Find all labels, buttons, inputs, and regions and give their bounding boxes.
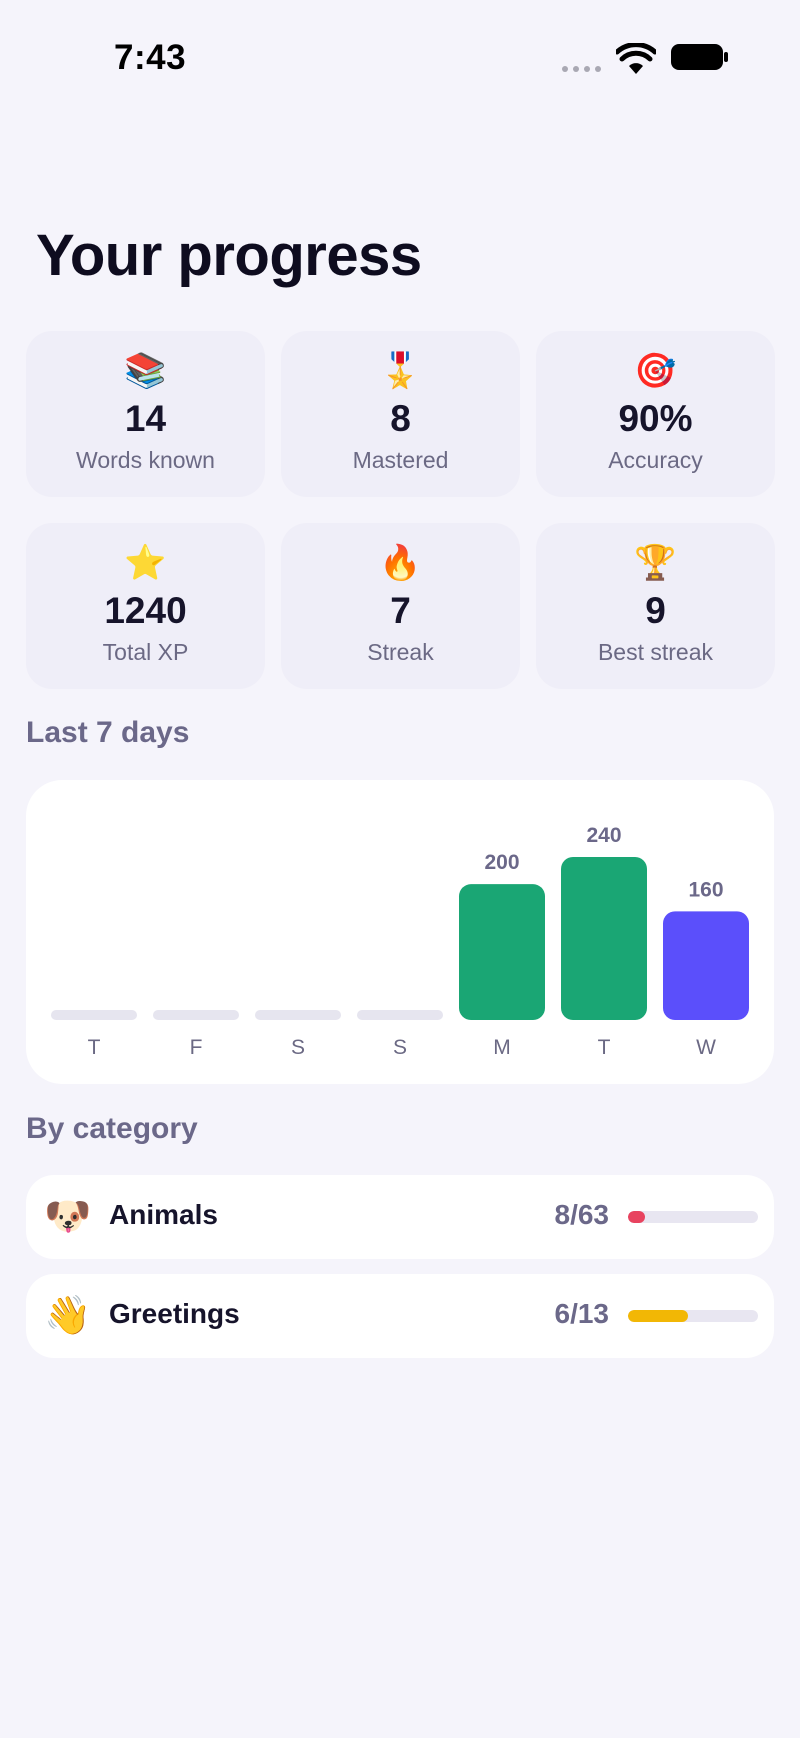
category-count: 8/63 bbox=[554, 1199, 610, 1230]
category-progress-bar bbox=[628, 1310, 758, 1322]
chart-day-label-6: W bbox=[696, 1036, 716, 1059]
category-row-animals[interactable]: 🐶 Animals 8/63 bbox=[26, 1175, 774, 1259]
page-title: Your progress bbox=[36, 223, 422, 288]
chart-data-label-6: 160 bbox=[688, 878, 723, 901]
category-name: Greetings bbox=[109, 1298, 240, 1329]
stat-card-total-xp: ⭐ 1240 Total XP bbox=[26, 523, 265, 689]
category-progress-fill bbox=[628, 1211, 645, 1223]
stat-label: Words known bbox=[76, 447, 215, 473]
weekly-xp-chart: T F S S 200 M 240 T 160 W bbox=[26, 780, 774, 1084]
fire-icon: 🔥 bbox=[379, 544, 422, 582]
chart-bar-2 bbox=[255, 1010, 341, 1020]
waving-hand-icon: 👋 bbox=[44, 1295, 92, 1337]
chart-day-label-1: F bbox=[190, 1036, 203, 1059]
stat-label: Accuracy bbox=[608, 447, 703, 473]
stat-value: 90% bbox=[618, 398, 693, 439]
status-time: 7:43 bbox=[114, 38, 187, 77]
stat-card-mastered: 🎖️ 8 Mastered bbox=[281, 331, 520, 497]
battery-icon bbox=[671, 44, 728, 70]
chart-day-label-3: S bbox=[393, 1036, 407, 1059]
chart-day-label-5: T bbox=[598, 1036, 611, 1059]
dog-icon: 🐶 bbox=[44, 1196, 92, 1238]
category-count: 6/13 bbox=[554, 1298, 610, 1329]
stat-card-accuracy: 🎯 90% Accuracy bbox=[536, 331, 775, 497]
category-row-greetings[interactable]: 👋 Greetings 6/13 bbox=[26, 1274, 774, 1358]
stat-label: Best streak bbox=[597, 639, 714, 665]
status-bar: 7:43 bbox=[0, 0, 800, 120]
section-title-last-7-days: Last 7 days bbox=[26, 716, 190, 749]
chart-bar-4 bbox=[459, 884, 545, 1020]
stat-value: 8 bbox=[390, 398, 411, 439]
books-icon: 📚 bbox=[124, 352, 167, 390]
star-icon: ⭐ bbox=[124, 544, 167, 582]
trophy-icon: 🏆 bbox=[634, 544, 677, 582]
chart-day-label-0: T bbox=[88, 1036, 101, 1059]
chart-svg: T F S S 200 M 240 T 160 W bbox=[51, 824, 749, 1059]
category-name: Animals bbox=[109, 1199, 218, 1230]
chart-bar-5 bbox=[561, 857, 647, 1020]
category-progress-fill bbox=[628, 1310, 688, 1322]
stat-value: 7 bbox=[390, 590, 411, 631]
stat-card-best-streak: 🏆 9 Best streak bbox=[536, 523, 775, 689]
chart-bar-1 bbox=[153, 1010, 239, 1020]
cellular-signal-icon bbox=[562, 66, 601, 72]
stat-value: 1240 bbox=[104, 590, 187, 631]
medal-icon: 🎖️ bbox=[379, 352, 422, 390]
section-title-by-category: By category bbox=[26, 1112, 198, 1145]
chart-bar-6 bbox=[663, 911, 749, 1020]
chart-data-label-5: 240 bbox=[586, 824, 621, 847]
chart-day-label-2: S bbox=[291, 1036, 305, 1059]
wifi-icon bbox=[616, 43, 656, 74]
chart-data-label-4: 200 bbox=[484, 851, 519, 874]
stat-value: 9 bbox=[645, 590, 666, 631]
target-icon: 🎯 bbox=[634, 352, 677, 390]
stat-value: 14 bbox=[124, 398, 167, 439]
chart-bar-3 bbox=[357, 1010, 443, 1020]
stats-grid: 📚 14 Words known 🎖️ 8 Mastered 🎯 90% Acc… bbox=[26, 331, 775, 689]
stat-label: Mastered bbox=[352, 447, 449, 473]
stat-card-streak: 🔥 7 Streak bbox=[281, 523, 520, 689]
stat-label: Total XP bbox=[102, 639, 189, 665]
chart-day-label-4: M bbox=[493, 1036, 511, 1059]
category-progress-bar bbox=[628, 1211, 758, 1223]
chart-bar-0 bbox=[51, 1010, 137, 1020]
stat-label: Streak bbox=[367, 639, 434, 665]
stat-card-words-known: 📚 14 Words known bbox=[26, 331, 265, 497]
